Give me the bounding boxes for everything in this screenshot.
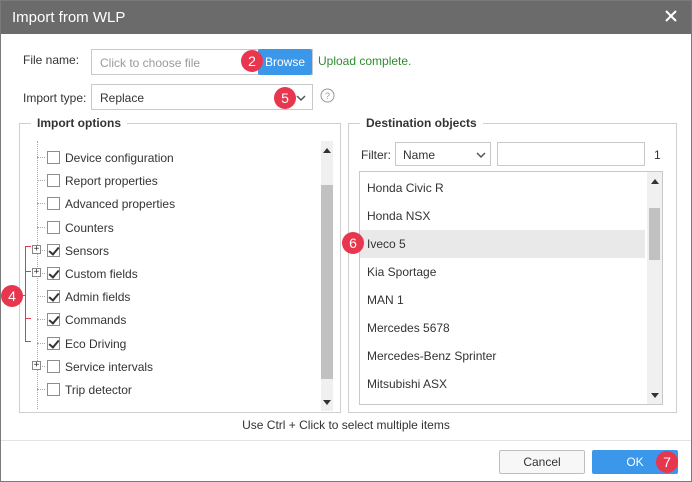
scroll-down-icon[interactable] (322, 399, 332, 407)
tree-branch-line (37, 389, 45, 390)
browse-button[interactable]: Browse (258, 49, 312, 75)
destination-scroll-thumb[interactable] (649, 208, 660, 260)
option-label: Sensors (65, 243, 110, 258)
chevron-down-icon (296, 95, 306, 102)
option-checkbox[interactable] (47, 243, 60, 257)
destination-title: Destination objects (360, 116, 483, 130)
option-checkbox[interactable] (47, 290, 60, 304)
option-checkbox[interactable] (47, 174, 60, 188)
option-label: Service intervals (65, 359, 154, 374)
help-icon[interactable]: ? (320, 88, 335, 103)
option-label: Device configuration (65, 151, 174, 165)
option-checkbox[interactable] (47, 383, 60, 396)
option-label: Commands (65, 313, 127, 328)
browse-label: Browse (264, 55, 305, 69)
chevron-down-icon (476, 152, 486, 159)
dialog-title: Import from WLP (12, 9, 126, 26)
destination-object-row[interactable]: Iveco 5 (360, 230, 645, 258)
import-options-title: Import options (31, 116, 127, 130)
option-row[interactable]: + Custom fields (25, 266, 315, 284)
callout-badge-4: 4 (1, 285, 23, 307)
callout-badge-5: 5 (274, 87, 296, 109)
filter-input[interactable] (497, 142, 645, 166)
ok-label: OK (626, 455, 644, 469)
tree-branch-line (37, 226, 45, 228)
tree-branch-line (37, 342, 45, 344)
svg-text:?: ? (325, 91, 330, 101)
tree-branch-line (37, 296, 45, 298)
file-name-placeholder: Click to choose file (100, 56, 201, 70)
option-checkbox[interactable] (47, 220, 60, 234)
title-bar: Import from WLP (1, 1, 691, 34)
bracket-tick (25, 341, 31, 342)
filter-select-value: Name (403, 148, 436, 162)
destination-list[interactable]: Honda Civic R Honda NSX Iveco 5 Kia Sportag… (359, 171, 663, 405)
destination-object-row[interactable]: Kia Sportage (360, 258, 645, 286)
option-label: Trip detector (65, 383, 132, 397)
expand-icon[interactable]: + (32, 244, 41, 254)
destination-object-row[interactable]: Mercedes-Benz Sprinter (360, 342, 645, 370)
bracket-tick (25, 246, 31, 247)
option-row[interactable]: + Sensors (25, 243, 315, 261)
close-icon[interactable] (663, 8, 679, 24)
option-label: Counters (65, 220, 114, 235)
option-checkbox[interactable] (47, 359, 60, 373)
destination-scrollbar[interactable] (647, 172, 662, 404)
option-row[interactable]: Eco Driving (25, 336, 315, 354)
bracket-tick (25, 271, 31, 272)
option-row[interactable]: Report properties (25, 173, 315, 191)
tree-branch-line (37, 203, 45, 205)
option-label: Advanced properties (65, 197, 176, 212)
cancel-button[interactable]: Cancel (499, 450, 585, 474)
callout-badge-2: 2 (241, 50, 263, 72)
object-count: 1 (654, 148, 661, 162)
option-label: Report properties (65, 174, 158, 189)
callout-badge-6: 6 (342, 232, 364, 254)
option-row[interactable]: Device configuration (25, 150, 315, 168)
import-dialog: Import from WLP File name: Click to choo… (0, 0, 692, 482)
filter-label: Filter: (361, 148, 391, 162)
scroll-up-icon[interactable] (650, 177, 660, 185)
option-checkbox[interactable] (47, 336, 60, 350)
option-row[interactable]: Admin fields (25, 289, 315, 307)
scroll-up-icon[interactable] (322, 146, 332, 154)
option-checkbox[interactable] (47, 267, 60, 280)
cancel-label: Cancel (523, 455, 561, 469)
filter-select[interactable]: Name (395, 142, 491, 166)
tree-branch-line (37, 180, 45, 182)
upload-status: Upload complete. (318, 54, 412, 68)
destination-object-row[interactable]: Mercedes 5678 (360, 314, 645, 342)
destination-object-row[interactable]: Honda Civic R (360, 174, 645, 202)
option-row[interactable]: Commands (25, 312, 315, 330)
file-name-label: File name: (23, 53, 80, 67)
option-label: Eco Driving (65, 336, 127, 351)
callout-bracket (25, 246, 26, 341)
option-label: Custom fields (65, 267, 138, 281)
option-row[interactable]: Trip detector (25, 382, 315, 400)
import-type-label: Import type: (23, 91, 87, 105)
destination-object-row[interactable]: Mitsubishi ASX (360, 370, 645, 398)
import-type-value: Replace (100, 91, 145, 105)
options-scroll-thumb[interactable] (321, 185, 333, 379)
multi-select-hint: Use Ctrl + Click to select multiple item… (242, 418, 450, 432)
option-checkbox[interactable] (47, 151, 60, 164)
footer-divider (1, 440, 691, 441)
tree-branch-line (37, 319, 45, 321)
callout-badge-7: 7 (656, 451, 678, 473)
option-row[interactable]: Counters (25, 220, 315, 238)
tree-branch-line (37, 157, 45, 158)
option-checkbox[interactable] (47, 313, 60, 327)
expand-icon[interactable]: + (32, 268, 41, 277)
destination-object-row[interactable]: Honda NSX (360, 202, 645, 230)
scroll-down-icon[interactable] (650, 392, 660, 400)
import-options-tree: Device configuration Report properties Adv… (25, 141, 315, 409)
option-row[interactable]: + Service intervals (25, 359, 315, 377)
option-label: Admin fields (65, 290, 131, 305)
option-row[interactable]: Advanced properties (25, 196, 315, 214)
option-checkbox[interactable] (47, 197, 60, 211)
destination-object-row[interactable]: MAN 1 (360, 286, 645, 314)
expand-icon[interactable]: + (32, 360, 41, 370)
bracket-tick (25, 318, 31, 319)
